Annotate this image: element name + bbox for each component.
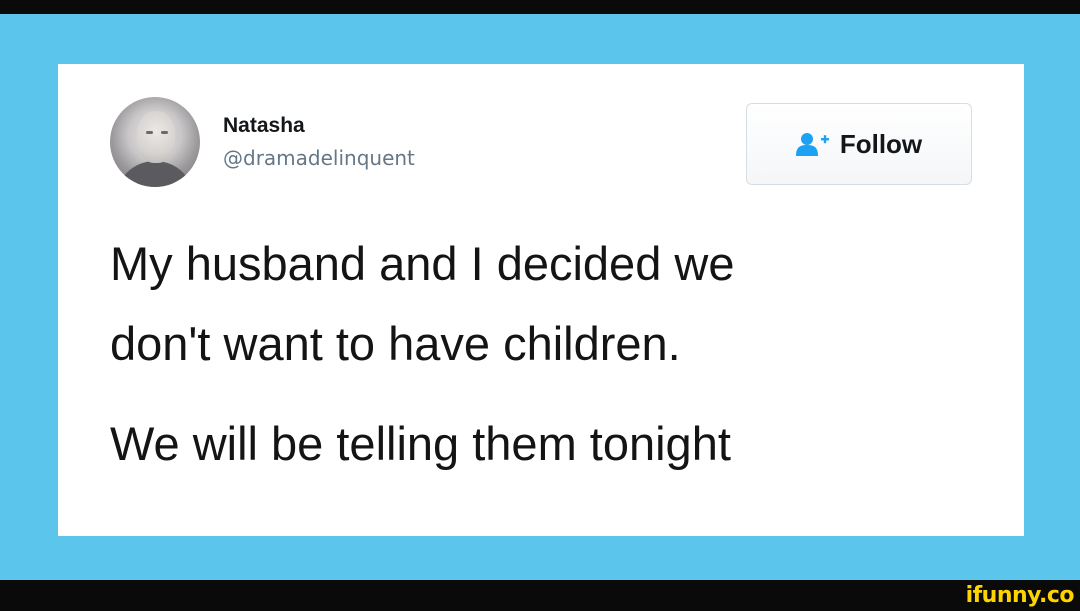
tweet-text-line-1: My husband and I decided we (110, 237, 735, 290)
author-handle[interactable]: @dramadelinquent (223, 146, 415, 170)
avatar[interactable] (110, 97, 200, 187)
top-letterbox-bar (0, 0, 1080, 14)
avatar-right-eye (161, 131, 168, 134)
ifunny-watermark: ifunny.co (965, 583, 1075, 608)
follow-button[interactable]: Follow (746, 103, 972, 185)
add-user-icon (795, 133, 829, 156)
avatar-face (137, 111, 175, 163)
tweet-text-line-2: don't want to have children. (110, 317, 681, 370)
tweet-text-line-3: We will be telling them tonight (110, 417, 731, 470)
bottom-watermark-bar (0, 580, 1080, 611)
author-display-name[interactable]: Natasha (223, 114, 305, 138)
follow-button-label: Follow (839, 128, 923, 159)
avatar-shoulders (115, 161, 195, 187)
avatar-left-eye (146, 131, 153, 134)
